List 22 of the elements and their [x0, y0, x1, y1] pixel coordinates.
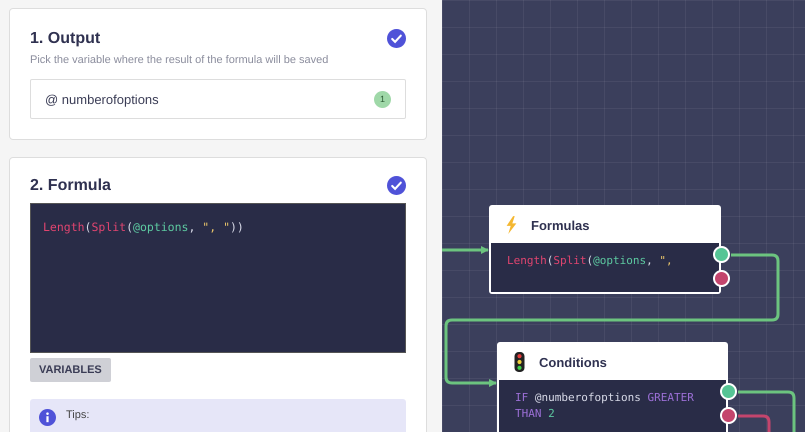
- node-title: Conditions: [539, 354, 607, 370]
- traffic-light-icon: [513, 352, 526, 372]
- step-hint: Pick the variable where the result of the formula will be saved: [30, 54, 330, 66]
- tips-label: Tips:: [66, 409, 90, 423]
- flow-node[interactable]: Formulas Length(Split(@options, ",: [489, 205, 721, 294]
- variables-button[interactable]: VARIABLES: [30, 358, 111, 382]
- step-title: 2. Formula: [30, 176, 111, 194]
- step-title: 1. Output: [30, 30, 100, 48]
- formula-editor[interactable]: Length(Split(@options, ", ")): [30, 203, 406, 353]
- code-line: IF @numberofoptions GREATER: [515, 390, 695, 406]
- failure-port[interactable]: [713, 270, 730, 287]
- info-icon: [39, 409, 56, 426]
- count-badge: 1: [374, 90, 391, 108]
- success-port[interactable]: [720, 383, 737, 400]
- failure-port[interactable]: [720, 407, 737, 424]
- code-line: THAN 2: [515, 406, 556, 422]
- flow-node[interactable]: Conditions IF @numberofoptions GREATER THAN 2: [497, 342, 728, 432]
- variable-field[interactable]: @ numberofoptions 1: [30, 79, 406, 119]
- lightning-icon: [505, 215, 518, 235]
- success-port[interactable]: [713, 246, 730, 263]
- code-line: Length(Split(@options, ",: [507, 253, 674, 269]
- node-title: Formulas: [531, 218, 590, 232]
